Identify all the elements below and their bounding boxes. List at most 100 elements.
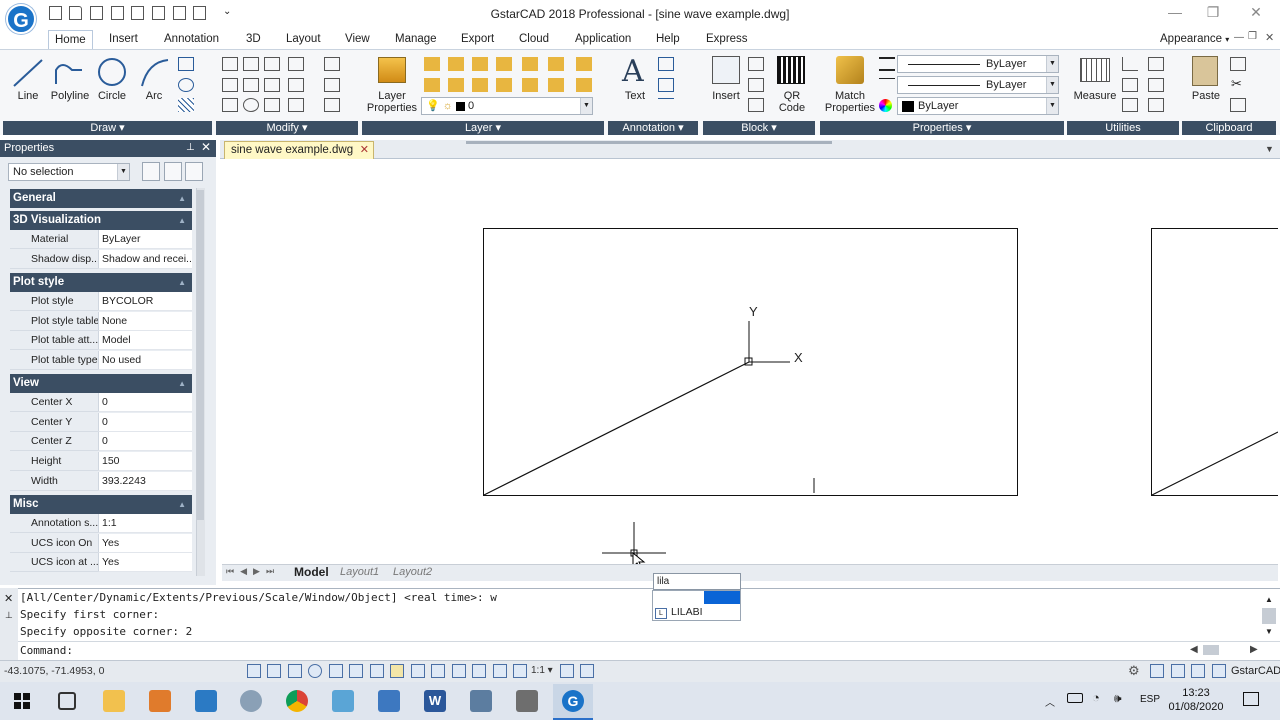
copy-icon[interactable] <box>243 57 259 71</box>
lineweight-display-icon[interactable] <box>411 664 425 678</box>
gstarcad-icon[interactable]: G <box>562 690 584 712</box>
properties-panel-label[interactable]: Properties ▾ <box>820 121 1064 135</box>
tab-express[interactable]: Express <box>700 30 754 50</box>
property-value[interactable]: None <box>98 312 192 331</box>
layer-state-icon[interactable] <box>424 57 440 71</box>
stretch-icon[interactable] <box>222 78 238 92</box>
property-row[interactable]: Plot style table None <box>10 312 192 331</box>
close-icon[interactable]: ✕ <box>1241 4 1271 22</box>
volume-icon[interactable]: 🕪 <box>1114 691 1122 706</box>
paste-button[interactable]: Paste <box>1186 90 1226 102</box>
file-explorer-icon[interactable] <box>103 690 125 712</box>
app-icon[interactable] <box>516 690 538 712</box>
paste-icon[interactable] <box>1192 56 1218 86</box>
property-value[interactable]: Model <box>98 331 192 350</box>
camera-icon[interactable] <box>470 690 492 712</box>
group-icon[interactable] <box>1148 57 1164 71</box>
qr-code-button[interactable]: QR Code <box>770 90 814 114</box>
grid-display-icon[interactable] <box>267 664 281 678</box>
layer-previous-icon[interactable] <box>448 78 464 92</box>
layout-nav-arrows-icon[interactable]: ⏮◀▶⏭ <box>226 566 280 577</box>
annotation-visibility-icon[interactable] <box>513 664 527 678</box>
select-all-icon[interactable] <box>1148 98 1164 112</box>
chrome-icon[interactable] <box>286 690 308 712</box>
layer-properties-button[interactable]: Layer Properties <box>365 90 419 114</box>
offset-icon[interactable] <box>243 98 259 112</box>
mirror-icon[interactable] <box>264 78 280 92</box>
trim-icon[interactable] <box>222 98 238 112</box>
property-value[interactable]: ByLayer <box>98 230 192 249</box>
pin-icon[interactable]: ⊥ <box>186 142 195 153</box>
scroll-down-icon[interactable]: ▼ <box>1265 627 1273 636</box>
table-icon[interactable] <box>658 57 674 71</box>
qr-code-icon[interactable] <box>777 56 805 84</box>
match-properties-button[interactable]: Match Properties <box>822 90 878 114</box>
scroll-right-icon[interactable]: ▶ <box>1250 644 1258 655</box>
input-language[interactable]: ESP <box>1140 694 1160 705</box>
leader-icon[interactable] <box>658 78 674 92</box>
text-icon[interactable]: A <box>622 54 644 89</box>
property-row[interactable]: Material ByLayer <box>10 230 192 249</box>
scale-icon[interactable] <box>243 78 259 92</box>
command-input[interactable]: Command: <box>18 641 1280 659</box>
block-panel-label[interactable]: Block ▾ <box>703 121 815 135</box>
align-icon[interactable] <box>324 57 340 71</box>
ortho-icon[interactable] <box>288 664 302 678</box>
layout-tab-layout1[interactable]: Layout1 <box>340 565 379 580</box>
tab-list-dropdown-icon[interactable]: ▼ <box>1265 144 1274 154</box>
property-row[interactable]: Center Y0 <box>10 413 192 432</box>
tab-application[interactable]: Application <box>569 30 637 50</box>
section-plot-style[interactable]: Plot style ▲ <box>10 273 192 292</box>
workspace-switch-icon[interactable] <box>580 664 594 678</box>
layer-combo[interactable]: 💡 ☼ 0 ▼ <box>421 97 593 115</box>
word-icon[interactable]: W <box>424 690 446 712</box>
document-tab[interactable]: sine wave example.dwg ✕ <box>224 141 374 159</box>
quick-select-icon[interactable] <box>1122 98 1138 112</box>
match-properties-icon[interactable] <box>836 56 864 84</box>
layer-change-icon[interactable] <box>576 78 592 92</box>
command-close-icon[interactable]: ✕ <box>4 592 13 605</box>
property-row[interactable]: Center Z0 <box>10 432 192 451</box>
minimize-icon[interactable]: — <box>1160 4 1190 22</box>
coordinate-readout[interactable]: -43.1075, -71.4953, 0 <box>4 665 104 677</box>
clean-screen-icon[interactable] <box>1212 664 1226 678</box>
windows-start-icon[interactable] <box>14 693 30 709</box>
paint-app-icon[interactable] <box>240 690 262 712</box>
property-value[interactable]: 393.2243 <box>98 472 192 491</box>
taskbar-clock[interactable]: 13:23 01/08/2020 <box>1166 686 1226 714</box>
edit-block-icon[interactable] <box>748 78 764 92</box>
lock-ui-icon[interactable] <box>1150 664 1164 678</box>
property-row[interactable]: Annotation s... 1:1 <box>10 514 192 533</box>
break-icon[interactable] <box>288 98 304 112</box>
erase-icon[interactable] <box>264 98 280 112</box>
app-logo-icon[interactable]: G <box>6 4 36 34</box>
section-misc[interactable]: Misc ▲ <box>10 495 192 514</box>
tab-help[interactable]: Help <box>650 30 686 50</box>
tab-view[interactable]: View <box>339 30 376 50</box>
fillet-icon[interactable] <box>288 78 304 92</box>
property-row[interactable]: Center X0 <box>10 393 192 412</box>
ungroup-icon[interactable] <box>1148 78 1164 92</box>
property-value[interactable]: No used <box>98 351 192 370</box>
hardware-acceleration-icon[interactable] <box>1191 664 1205 678</box>
lineweight-combo[interactable]: ByLayer ▼ <box>897 76 1059 94</box>
hatch-icon[interactable] <box>178 98 194 112</box>
task-view-icon[interactable] <box>58 692 76 710</box>
create-block-icon[interactable] <box>748 57 764 71</box>
rotate-icon[interactable] <box>264 57 280 71</box>
annotation-monitor-icon[interactable] <box>493 664 507 678</box>
property-value[interactable]: 0 <box>98 432 192 451</box>
ribbon-minimize-icon[interactable]: — <box>1234 32 1244 43</box>
property-value[interactable]: 150 <box>98 452 192 471</box>
join-icon[interactable] <box>324 98 340 112</box>
property-row[interactable]: Plot style BYCOLOR <box>10 292 192 311</box>
layout-tab-model[interactable]: Model <box>294 565 329 580</box>
layer-unlock-icon[interactable] <box>576 57 592 71</box>
attribute-icon[interactable] <box>748 98 764 112</box>
layer-delete-icon[interactable] <box>522 78 538 92</box>
palette-close-icon[interactable]: ✕ <box>201 140 211 154</box>
draw-panel-label[interactable]: Draw ▾ <box>3 121 212 135</box>
tab-home[interactable]: Home <box>48 30 93 50</box>
utilities-panel-label[interactable]: Utilities <box>1067 121 1179 135</box>
maximize-icon[interactable]: ❐ <box>1198 4 1228 22</box>
